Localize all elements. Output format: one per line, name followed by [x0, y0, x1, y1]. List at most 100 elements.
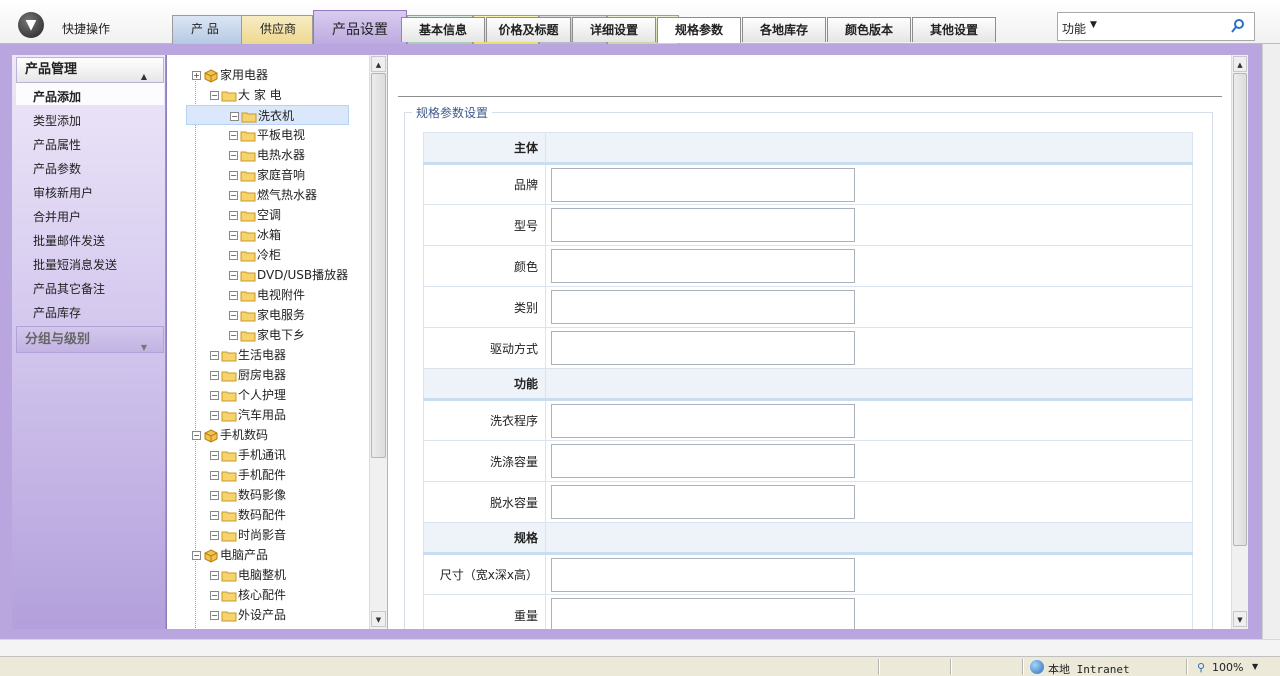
tree-node[interactable]: − 家电服务: [229, 305, 305, 325]
tree-node[interactable]: − 手机数码: [192, 425, 268, 445]
tab-products[interactable]: 产 品: [172, 15, 242, 44]
tab-spec-params[interactable]: 规格参数: [657, 17, 741, 43]
tab-other-settings[interactable]: 其他设置: [912, 17, 996, 42]
program-input[interactable]: [551, 403, 855, 438]
tree-node[interactable]: − 冷柜: [229, 245, 281, 265]
collapse-toggle-icon[interactable]: −: [210, 451, 219, 460]
sidebar-item-product-notes[interactable]: 产品其它备注: [33, 280, 105, 297]
weight-input[interactable]: [551, 598, 855, 632]
tree-node[interactable]: − 厨房电器: [210, 365, 286, 385]
collapse-toggle-icon[interactable]: −: [192, 551, 201, 560]
sidebar-item-product-params[interactable]: 产品参数: [33, 160, 81, 177]
scroll-up-arrow-icon[interactable]: ▲: [371, 56, 386, 72]
content-scroll-thumb[interactable]: [1233, 73, 1247, 546]
tree-node[interactable]: − 电视附件: [229, 285, 305, 305]
sidebar-item-type-add[interactable]: 类型添加: [33, 112, 81, 129]
tree-node[interactable]: − 空调: [229, 205, 281, 225]
tab-color-version[interactable]: 颜色版本: [827, 17, 911, 42]
collapse-toggle-icon[interactable]: −: [230, 112, 239, 121]
scroll-down-arrow-icon[interactable]: ▼: [371, 611, 386, 627]
tab-price-title[interactable]: 价格及标题: [486, 17, 571, 42]
spin-capacity-input[interactable]: [551, 485, 855, 519]
tree-node[interactable]: + 家用电器: [192, 65, 268, 85]
wash-capacity-input[interactable]: [551, 444, 855, 478]
tree-node[interactable]: − 平板电视: [229, 125, 305, 145]
search-category-select[interactable]: 功能: [1062, 20, 1086, 37]
collapse-toggle-icon[interactable]: −: [210, 371, 219, 380]
window-scrollbar[interactable]: [1262, 44, 1280, 639]
tree-node[interactable]: − 外设产品: [210, 605, 286, 625]
sidebar-item-product-stock[interactable]: 产品库存: [33, 304, 81, 321]
tree-node[interactable]: − 电脑产品: [192, 545, 268, 565]
tab-suppliers[interactable]: 供应商: [241, 15, 313, 44]
search-icon[interactable]: [1230, 18, 1246, 34]
collapse-toggle-icon[interactable]: −: [192, 431, 201, 440]
collapse-toggle-icon[interactable]: −: [229, 311, 238, 320]
scroll-up-arrow-icon[interactable]: ▲: [1233, 56, 1247, 72]
sidebar-item-bulk-email[interactable]: 批量邮件发送: [33, 232, 105, 249]
tree-node[interactable]: − DVD/USB播放器: [229, 265, 348, 285]
collapse-toggle-icon[interactable]: −: [210, 351, 219, 360]
tree-node[interactable]: − 手机通讯: [210, 445, 286, 465]
collapse-toggle-icon[interactable]: −: [210, 611, 219, 620]
expand-toggle-icon[interactable]: +: [192, 71, 201, 80]
tab-detail-settings[interactable]: 详细设置: [572, 17, 656, 42]
collapse-toggle-icon[interactable]: −: [229, 191, 238, 200]
zoom-icon[interactable]: ⚲: [1197, 661, 1205, 674]
tree-node[interactable]: − 燃气热水器: [229, 185, 317, 205]
collapse-toggle-icon[interactable]: −: [229, 231, 238, 240]
sidebar-header-product-management[interactable]: 产品管理 ▲: [16, 57, 164, 83]
tab-product-settings[interactable]: 产品设置: [313, 10, 407, 48]
collapse-toggle-icon[interactable]: −: [229, 331, 238, 340]
collapse-toggle-icon[interactable]: −: [229, 211, 238, 220]
drive-input[interactable]: [551, 331, 855, 365]
horizontal-scrollbar[interactable]: [0, 639, 1280, 656]
collapse-toggle-icon[interactable]: −: [210, 471, 219, 480]
tree-node[interactable]: − 核心配件: [210, 585, 286, 605]
collapse-toggle-icon[interactable]: −: [229, 251, 238, 260]
color-input[interactable]: [551, 249, 855, 283]
tab-regional-stock[interactable]: 各地库存: [742, 17, 826, 42]
size-input[interactable]: [551, 557, 855, 592]
collapse-toggle-icon[interactable]: −: [229, 131, 238, 140]
quick-actions-icon[interactable]: ▼: [18, 12, 44, 38]
sidebar-group-levels[interactable]: 分组与级别 ▼: [16, 326, 164, 353]
tree-node[interactable]: − 手机配件: [210, 465, 286, 485]
tree-node[interactable]: − 家庭音响: [229, 165, 305, 185]
model-input[interactable]: [551, 208, 855, 242]
tree-scrollbar[interactable]: ▲ ▼: [369, 55, 387, 629]
sidebar-item-merge-users[interactable]: 合并用户: [33, 208, 81, 225]
collapse-toggle-icon[interactable]: −: [229, 291, 238, 300]
tree-node[interactable]: − 时尚影音: [210, 525, 286, 545]
quick-actions-label[interactable]: 快捷操作: [62, 20, 110, 37]
scroll-down-arrow-icon[interactable]: ▼: [1233, 611, 1247, 627]
collapse-toggle-icon[interactable]: −: [210, 511, 219, 520]
collapse-toggle-icon[interactable]: −: [210, 591, 219, 600]
tree-node[interactable]: − 电脑整机: [210, 565, 286, 585]
collapse-toggle-icon[interactable]: −: [210, 411, 219, 420]
tree-node[interactable]: − 家电下乡: [229, 325, 305, 345]
chevron-down-icon[interactable]: ▼: [1090, 20, 1097, 30]
tree-node[interactable]: − 大 家 电: [210, 85, 282, 105]
tree-node[interactable]: − 汽车用品: [210, 405, 286, 425]
sidebar-item-product-add[interactable]: 产品添加: [33, 88, 81, 105]
collapse-toggle-icon[interactable]: −: [210, 91, 219, 100]
zoom-level[interactable]: 100%: [1212, 661, 1243, 674]
collapse-toggle-icon[interactable]: −: [210, 531, 219, 540]
collapse-toggle-icon[interactable]: −: [210, 391, 219, 400]
tree-node[interactable]: − 洗衣机: [186, 105, 349, 125]
tree-scroll-thumb[interactable]: [371, 73, 386, 458]
tree-node[interactable]: − 数码影像: [210, 485, 286, 505]
search-input[interactable]: [1118, 17, 1228, 37]
tree-node[interactable]: − 冰箱: [229, 225, 281, 245]
expand-arrow-icon[interactable]: ▼: [141, 335, 147, 360]
collapse-toggle-icon[interactable]: −: [229, 151, 238, 160]
tree-node[interactable]: − 个人护理: [210, 385, 286, 405]
chevron-down-icon[interactable]: ▼: [1252, 662, 1258, 671]
category-input[interactable]: [551, 290, 855, 324]
sidebar-item-bulk-sms[interactable]: 批量短消息发送: [33, 256, 117, 273]
collapse-toggle-icon[interactable]: −: [229, 271, 238, 280]
tab-basic-info[interactable]: 基本信息: [401, 17, 485, 42]
tree-node[interactable]: − 电热水器: [229, 145, 305, 165]
content-scrollbar[interactable]: ▲ ▼: [1231, 55, 1248, 629]
